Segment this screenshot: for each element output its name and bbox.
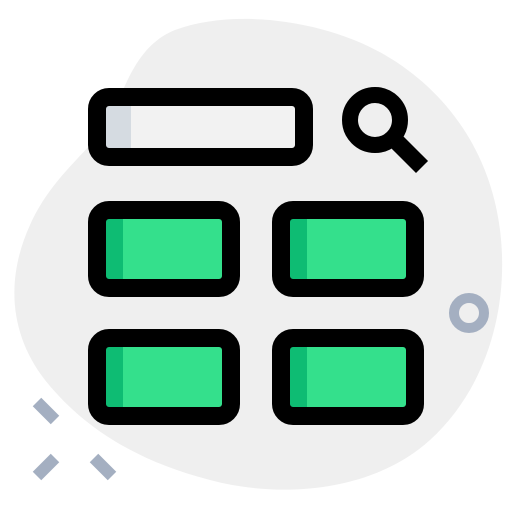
grid-tile-icon — [88, 201, 240, 297]
grid-tile-icon — [88, 329, 240, 425]
search-grid-icon — [14, 18, 503, 490]
dash-decoration-icon — [89, 453, 117, 481]
search-bar-icon — [88, 88, 313, 166]
grid-tile-icon — [272, 201, 424, 297]
grid-tile-icon — [272, 329, 424, 425]
icon-canvas — [0, 0, 512, 512]
dash-decoration-icon — [32, 397, 60, 425]
dash-decoration-icon — [32, 453, 60, 481]
